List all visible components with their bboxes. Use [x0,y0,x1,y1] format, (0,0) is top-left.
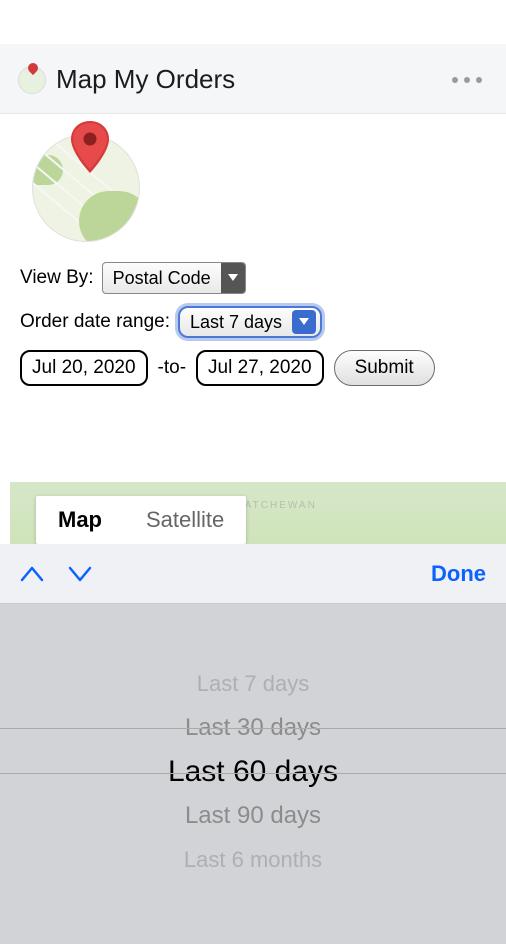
view-by-label: View By: [20,267,94,289]
date-to-value: Jul 27, 2020 [208,357,312,379]
date-to-separator: -to- [158,357,187,379]
chevron-down-icon [221,263,245,293]
app-header: Map My Orders [0,44,506,114]
date-from-value: Jul 20, 2020 [32,357,136,379]
map-canvas[interactable]: SASKATCHEWAN Map Satellite [10,482,506,546]
picker-wheel[interactable]: Last 7 days Last 30 days Last 60 days La… [0,604,506,884]
app-logo-large [32,134,140,242]
view-by-value: Postal Code [103,268,221,289]
picker-option[interactable]: Last 90 days [0,794,506,838]
view-by-row: View By: Postal Code [20,262,486,294]
picker-option[interactable]: Last 30 days [0,706,506,750]
picker-option[interactable]: Custom [0,882,506,884]
picker-option-selected[interactable]: Last 60 days [0,750,506,794]
chevron-down-icon [292,310,316,334]
picker-option[interactable]: Last 7 days [0,662,506,706]
date-range-label: Order date range: [20,311,170,333]
picker-option[interactable]: Last 6 months [0,838,506,882]
map-pin-icon [71,121,109,177]
app-logo-small [18,66,46,94]
date-from-input[interactable]: Jul 20, 2020 [20,350,148,386]
picker-toolbar: Done [0,544,506,604]
more-menu-icon[interactable] [452,77,488,83]
date-range-row: Order date range: Last 7 days [20,306,486,338]
date-range-select[interactable]: Last 7 days [178,306,322,338]
tab-satellite[interactable]: Satellite [124,496,246,544]
date-range-value: Last 7 days [180,312,292,333]
content-area: View By: Postal Code Order date range: L… [0,114,506,386]
picker-next-icon[interactable] [68,566,92,582]
picker-prev-icon[interactable] [20,566,44,582]
map-type-tabs: Map Satellite [36,496,246,544]
view-by-select[interactable]: Postal Code [102,262,246,294]
picker-nav-arrows [20,566,92,582]
header-left: Map My Orders [18,64,235,95]
picker-done-button[interactable]: Done [431,561,486,587]
tab-map[interactable]: Map [36,496,124,544]
date-inputs-row: Jul 20, 2020 -to- Jul 27, 2020 Submit [20,350,486,386]
date-to-input[interactable]: Jul 27, 2020 [196,350,324,386]
pin-icon [26,60,40,74]
submit-button[interactable]: Submit [334,350,435,386]
page-title: Map My Orders [56,64,235,95]
ios-picker: Done Last 7 days Last 30 days Last 60 da… [0,544,506,944]
